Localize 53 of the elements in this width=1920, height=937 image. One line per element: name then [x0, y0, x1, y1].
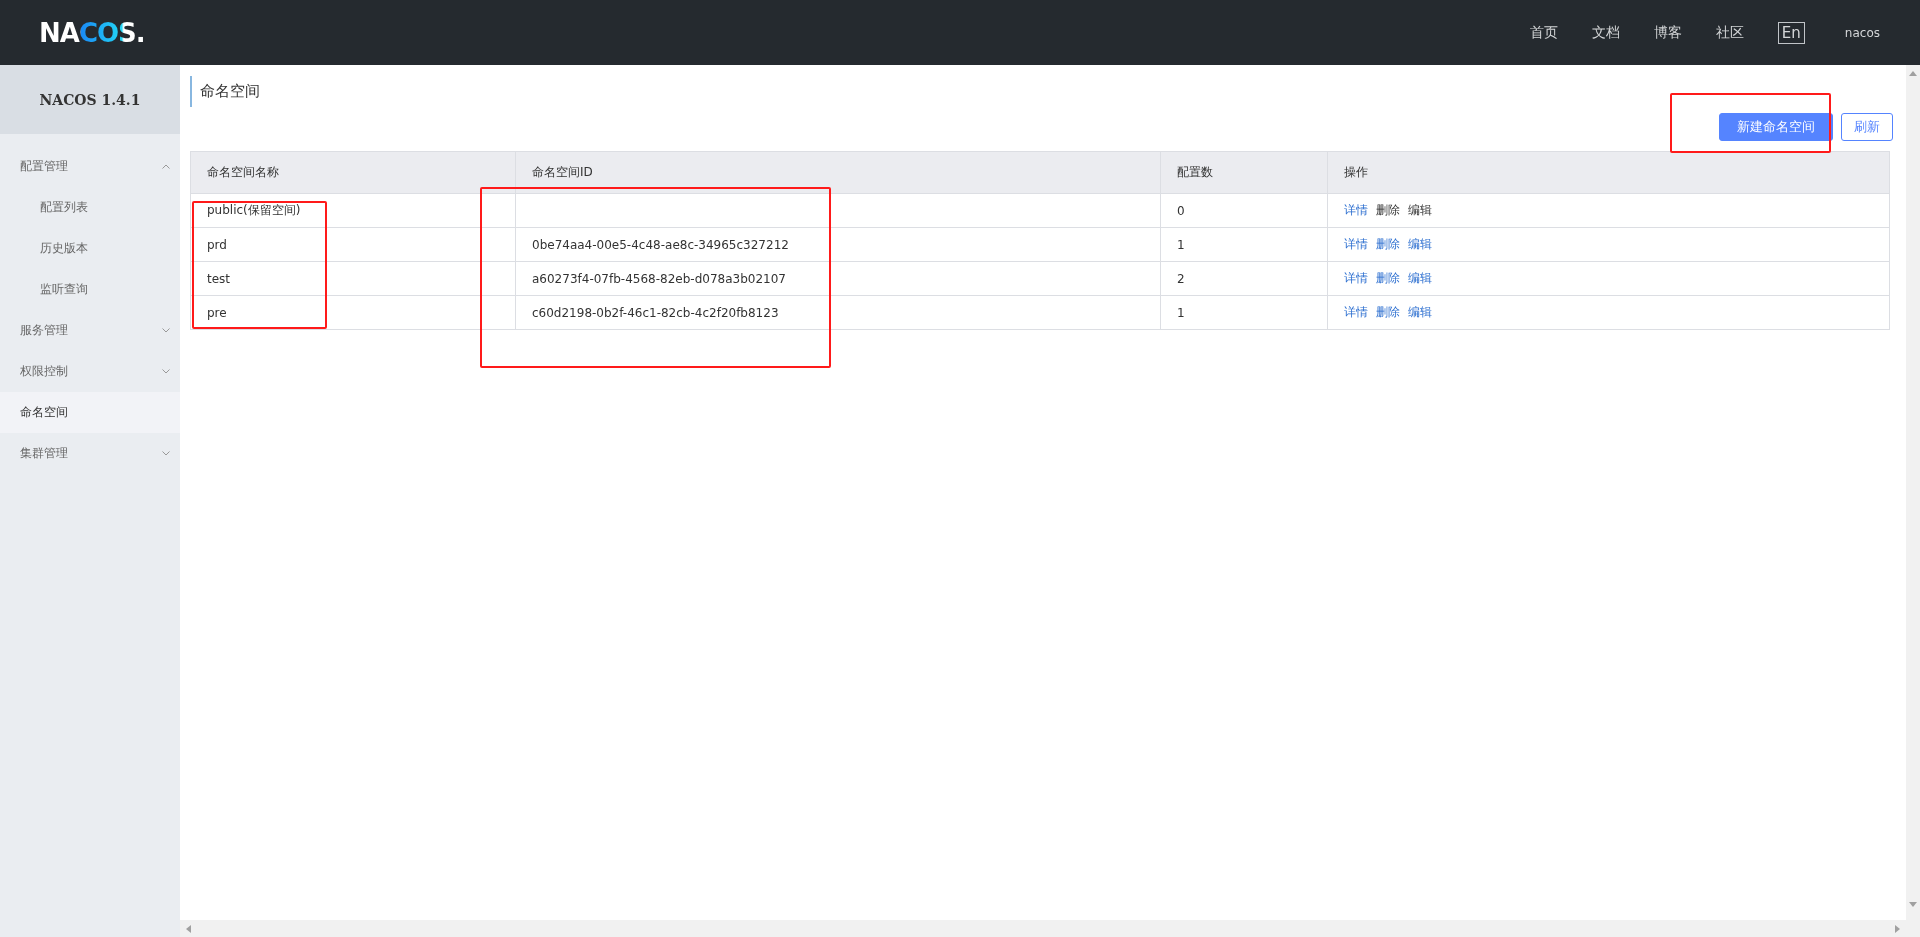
- sidebar-item[interactable]: 配置管理: [0, 146, 180, 187]
- edit-link[interactable]: 编辑: [1408, 305, 1432, 319]
- vertical-scrollbar[interactable]: [1906, 65, 1920, 937]
- edit-link[interactable]: 编辑: [1408, 271, 1432, 285]
- sidebar-subitem[interactable]: 历史版本: [0, 228, 180, 269]
- chevron-down-icon[interactable]: [162, 369, 170, 374]
- delete-link[interactable]: 删除: [1376, 237, 1400, 251]
- name-column-header: 命名空间名称: [190, 151, 516, 194]
- sidebar-subitem[interactable]: 监听查询: [0, 269, 180, 310]
- actions-column-header: 操作: [1327, 151, 1890, 194]
- chevron-down-icon[interactable]: [162, 328, 170, 333]
- namespace-id: a60273f4-07fb-4568-82eb-d078a3b02107: [515, 261, 1161, 296]
- chevron-up-icon[interactable]: [162, 164, 170, 169]
- scroll-up-icon[interactable]: [1909, 71, 1917, 76]
- count-column-header: 配置数: [1160, 151, 1328, 194]
- scroll-left-icon[interactable]: [186, 924, 191, 933]
- namespace-name: prd: [190, 227, 516, 262]
- sidebar-item[interactable]: 命名空间: [0, 392, 180, 433]
- sidebar-subitem[interactable]: 配置列表: [0, 187, 180, 228]
- nav-link[interactable]: 社区: [1715, 23, 1744, 42]
- scroll-down-icon[interactable]: [1909, 902, 1917, 907]
- nav-link[interactable]: 首页: [1529, 23, 1558, 42]
- namespace-id: c60d2198-0b2f-46c1-82cb-4c2f20fb8123: [515, 295, 1161, 330]
- id-column-header: 命名空间ID: [515, 151, 1161, 194]
- config-count: 0: [1160, 193, 1328, 228]
- sidebar-item[interactable]: 服务管理: [0, 310, 180, 351]
- refresh-button[interactable]: 刷新: [1841, 113, 1893, 141]
- version-title: NACOS 1.4.1: [39, 91, 141, 108]
- namespace-id: 0be74aa4-00e5-4c48-ae8c-34965c327212: [515, 227, 1161, 262]
- config-count: 1: [1160, 227, 1328, 262]
- edit-link[interactable]: 编辑: [1408, 237, 1432, 251]
- sidebar-item[interactable]: 集群管理: [0, 433, 180, 474]
- page-title: 命名空间: [190, 76, 260, 107]
- namespace-name: test: [190, 261, 516, 296]
- create-namespace-button[interactable]: 新建命名空间: [1719, 113, 1833, 141]
- config-count: 2: [1160, 261, 1328, 296]
- chevron-down-icon[interactable]: [162, 451, 170, 456]
- details-link[interactable]: 详情: [1344, 237, 1368, 251]
- details-link[interactable]: 详情: [1344, 203, 1368, 217]
- horizontal-scrollbar[interactable]: [180, 920, 1906, 937]
- sidebar-item[interactable]: 权限控制: [0, 351, 180, 392]
- nav-link[interactable]: 文档: [1591, 23, 1620, 42]
- details-link[interactable]: 详情: [1344, 271, 1368, 285]
- nav-link[interactable]: 博客: [1653, 23, 1682, 42]
- language-button[interactable]: En: [1777, 21, 1805, 44]
- details-link[interactable]: 详情: [1344, 305, 1368, 319]
- delete-link[interactable]: 删除: [1376, 271, 1400, 285]
- config-count: 1: [1160, 295, 1328, 330]
- namespace-name: pre: [190, 295, 516, 330]
- delete-link[interactable]: 删除: [1376, 305, 1400, 319]
- scroll-right-icon[interactable]: [1895, 924, 1900, 933]
- namespace-name: public(保留空间): [190, 193, 516, 228]
- user-name[interactable]: nacos: [1844, 25, 1880, 40]
